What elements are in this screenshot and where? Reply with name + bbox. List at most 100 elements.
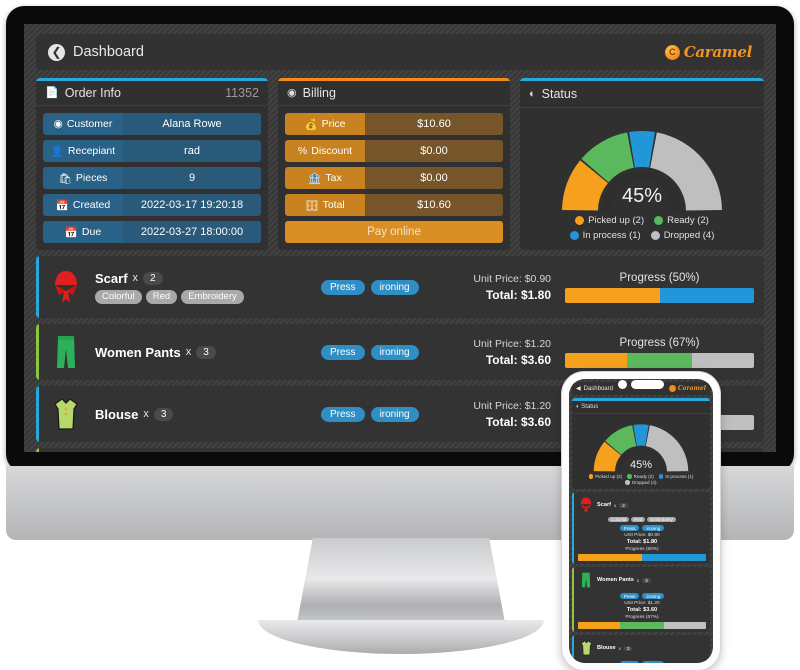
back-arrow-icon[interactable]: ◀ xyxy=(576,385,581,392)
phone-item-qty: 3 xyxy=(623,645,633,651)
item-unit-price: Unit Price: $1.20 xyxy=(473,399,551,412)
order-info-body: ◉ Customer Alana Rowe 👤 Recepiant rad 🛍 … xyxy=(36,106,268,250)
order-row-due: 📅 Due 2022-03-27 18:00:00 xyxy=(43,221,261,243)
phone-gauge-wrap: 45% Picked up (2) Ready (2) In process (… xyxy=(572,414,710,489)
phone-item-total: Total: $1.80 xyxy=(626,539,658,545)
legend-swatch xyxy=(569,231,579,240)
back-arrow-icon[interactable]: ❮ xyxy=(48,43,65,61)
billing-label-total: 🗄 Total xyxy=(285,194,365,216)
item-unit-price: Unit Price: $1.20 xyxy=(473,337,551,350)
service-badge-press[interactable]: Press xyxy=(619,525,640,531)
pay-online-button[interactable]: Pay online xyxy=(285,221,503,243)
billing-card: ◉ Billing 💰 Price $10.60 % Discount $0.0… xyxy=(278,78,510,250)
billing-body: 💰 Price $10.60 % Discount $0.00 🏦 Tax $0… xyxy=(278,106,510,250)
camera-icon xyxy=(618,380,627,389)
blouse-icon xyxy=(578,638,594,658)
app-topbar: ❮ Dashboard C Caramel xyxy=(36,34,764,70)
user-circle-icon: ◉ xyxy=(53,118,63,130)
pants-icon xyxy=(578,570,594,590)
order-row-pieces: 🛍 Pieces 9 xyxy=(43,167,261,189)
percent-icon: % xyxy=(297,145,308,157)
legend-swatch xyxy=(625,480,630,485)
pants-icon xyxy=(39,334,93,370)
legend-item-dropped: Dropped (4) xyxy=(650,230,714,241)
app-logo: C Caramel xyxy=(664,43,753,61)
progress-segment xyxy=(663,622,706,629)
service-badge-ironing[interactable]: ironing xyxy=(370,406,419,422)
phone-item-row-blouse[interactable]: Blouse x 3 Press ironing Unit Price: $1.… xyxy=(572,635,710,663)
phone-item-row-scarf[interactable]: Scarf x 2 Colorful Red Embroidery Press … xyxy=(572,492,710,564)
item-prices-blouse: Unit Price: $1.20 Total: $3.60 xyxy=(441,400,551,429)
item-services-blouse: Press ironing xyxy=(321,406,441,422)
phone-item-name: Scarf xyxy=(597,502,611,508)
phone-notch xyxy=(618,380,664,389)
service-badge-press[interactable]: Press xyxy=(619,593,640,599)
service-badge-ironing[interactable]: ironing xyxy=(370,344,419,360)
status-title: Status xyxy=(541,87,578,101)
service-badge-press[interactable]: Press xyxy=(321,406,365,422)
monitor-stand-neck xyxy=(296,538,506,628)
progress-segment xyxy=(565,352,628,368)
billing-value-tax: $0.00 xyxy=(365,167,503,189)
progress-segment xyxy=(691,352,754,368)
service-badge-press[interactable]: Press xyxy=(619,661,640,663)
phone-item-qty: 3 xyxy=(642,577,651,583)
item-tag: Colorful xyxy=(95,289,142,304)
phone-item-unit-price: Unit Price: $0.90 xyxy=(624,533,660,538)
item-prices-scarf: Unit Price: $0.90 Total: $1.80 xyxy=(441,273,551,302)
phone-item-services: Press ironing xyxy=(578,525,706,531)
phone-item-body-women-pants: Women Pants x 3 Press ironing Unit Price… xyxy=(574,567,710,632)
legend-item-picked-up: Picked up (2) xyxy=(588,474,622,479)
service-badge-ironing[interactable]: ironing xyxy=(370,279,419,295)
order-value-recipient: rad xyxy=(123,140,261,162)
item-name-blouse: Blouse x 3 xyxy=(95,407,321,422)
phone-item-header-women-pants: Women Pants x 3 xyxy=(578,570,706,590)
phone-item-services: Press ironing xyxy=(578,593,706,599)
summary-cards: 📄 Order Info 11352 ◉ Customer Alana Rowe xyxy=(36,78,764,250)
item-total: Total: $3.60 xyxy=(485,352,551,367)
phone-item-body-blouse: Blouse x 3 Press ironing Unit Price: $1.… xyxy=(574,635,710,663)
speaker-icon xyxy=(631,380,664,389)
service-badge-press[interactable]: Press xyxy=(321,344,365,360)
item-qty-badge: 3 xyxy=(196,345,216,359)
item-row-scarf[interactable]: Scarf x 2 Colorful Red Embroidery Press … xyxy=(36,256,764,318)
service-badge-ironing[interactable]: ironing xyxy=(642,525,665,531)
legend-item-ready: Ready (2) xyxy=(654,215,709,226)
item-qty-badge: 2 xyxy=(143,271,163,285)
billing-row-discount: % Discount $0.00 xyxy=(285,140,503,162)
phone-progress-label: Progress (50%) xyxy=(625,547,659,552)
phone-item-body-scarf: Scarf x 2 Colorful Red Embroidery Press … xyxy=(574,492,710,564)
status-header: ◐ Status xyxy=(520,81,764,108)
order-info-title: Order Info xyxy=(64,85,121,100)
phone-item-unit-price: Unit Price: $1.20 xyxy=(624,601,660,606)
scarf-icon xyxy=(578,495,594,515)
item-prices-women-pants: Unit Price: $1.20 Total: $3.60 xyxy=(441,338,551,367)
phone-item-row-women-pants[interactable]: Women Pants x 3 Press ironing Unit Price… xyxy=(572,567,710,632)
item-unit-price: Unit Price: $0.90 xyxy=(473,272,551,285)
billing-icon: ◉ xyxy=(287,87,297,100)
order-label-due: 📅 Due xyxy=(43,221,123,243)
progress-bar xyxy=(565,352,754,368)
item-total: Total: $1.80 xyxy=(485,287,551,302)
service-badge-press[interactable]: Press xyxy=(321,279,365,295)
order-label-customer: ◉ Customer xyxy=(43,113,123,135)
pie-chart-icon: ◐ xyxy=(529,88,536,100)
progress-segment xyxy=(627,352,692,368)
billing-value-total: $10.60 xyxy=(365,194,503,216)
money-icon: 💰 xyxy=(304,118,318,131)
service-badge-ironing[interactable]: ironing xyxy=(642,661,665,663)
order-value-pieces: 9 xyxy=(123,167,261,189)
monitor-stand-base xyxy=(258,620,544,654)
item-name-scarf: Scarf x 2 xyxy=(95,271,321,286)
order-label-created: 📅 Created xyxy=(43,194,123,216)
phone-item-x: x xyxy=(636,577,640,583)
service-badge-ironing[interactable]: ironing xyxy=(642,593,665,599)
progress-segment xyxy=(565,287,660,303)
billing-header: ◉ Billing xyxy=(278,81,510,106)
item-info-women-pants: Women Pants x 3 xyxy=(93,345,321,360)
row-accent-bar xyxy=(36,448,39,452)
logo-text: Caramel xyxy=(683,43,753,61)
status-gauge-chart: 45% xyxy=(554,119,730,211)
progress-bar xyxy=(565,287,754,303)
item-qty-badge: 3 xyxy=(153,407,174,421)
